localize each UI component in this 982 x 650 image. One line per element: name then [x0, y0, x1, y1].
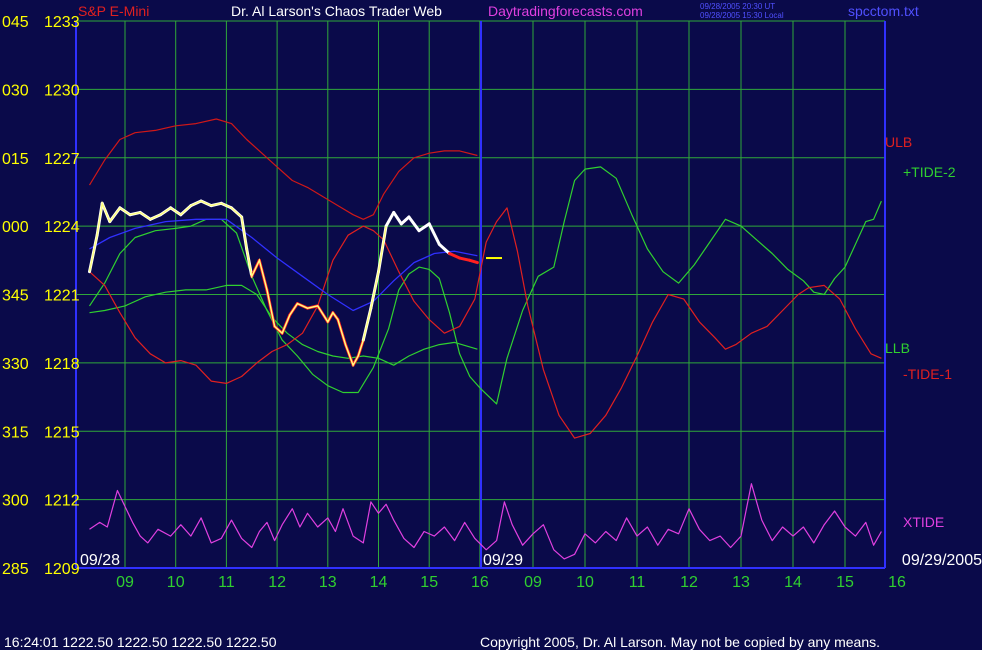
x-tick-label-10: 11: [629, 574, 646, 591]
symbol-label: S&P E-Mini: [78, 3, 149, 19]
x-tick-label-4: 13: [319, 574, 337, 591]
x-tick-label-0: 09: [116, 574, 134, 591]
y-tick-price-6: 1215: [44, 424, 80, 441]
x-tick-label-11: 12: [680, 574, 698, 591]
time-local: 09/28/2005 15:30 Local: [700, 11, 784, 20]
x-tick-label-9: 10: [576, 574, 594, 591]
date-label-0: 09/28: [80, 552, 120, 569]
y-tick-angle-8: 285: [2, 561, 29, 578]
date-label-1: 09/29: [483, 552, 523, 569]
y-tick-price-7: 1212: [44, 493, 80, 510]
y-tick-angle-7: 300: [2, 493, 29, 510]
y-tick-angle-3: 000: [2, 219, 29, 236]
y-tick-angle-0: 045: [2, 14, 29, 31]
y-tick-angle-4: 345: [2, 288, 29, 305]
y-tick-price-1: 1230: [44, 82, 80, 99]
y-tick-price-8: 1209: [44, 561, 80, 578]
tide-minus-label: -TIDE-1: [903, 366, 952, 382]
x-tick-label-14: 15: [836, 574, 854, 591]
y-tick-price-0: 1233: [44, 14, 80, 31]
x-tick-label-1: 10: [167, 574, 185, 591]
x-tick-label-6: 15: [420, 574, 438, 591]
y-tick-price-3: 1224: [44, 219, 80, 236]
tide-plus-label: +TIDE-2: [903, 164, 956, 180]
date-label-2: 09/29/2005: [902, 552, 982, 569]
x-tick-label-2: 11: [218, 574, 235, 591]
y-tick-angle-1: 030: [2, 82, 29, 99]
time-ut: 09/28/2005 20:30 UT: [700, 2, 775, 11]
x-tick-label-7: 16: [471, 574, 489, 591]
site-label: Daytradingforecasts.com: [488, 3, 643, 19]
status-readout: 16:24:01 1222.50 1222.50 1222.50 1222.50: [4, 634, 277, 650]
y-tick-angle-6: 315: [2, 424, 29, 441]
chaos-trader-chart: 045 1233030 1230015 1227000 1224345 1221330 12…: [0, 0, 982, 650]
x-tick-label-13: 14: [784, 574, 802, 591]
x-tick-label-8: 09: [524, 574, 542, 591]
llb-label: LLB: [885, 340, 910, 356]
x-tick-label-12: 13: [732, 574, 750, 591]
file-label: spcctom.txt: [848, 3, 919, 19]
ulb-label: ULB: [885, 134, 912, 150]
y-tick-price-4: 1221: [44, 288, 80, 305]
x-tick-label-15: 16: [888, 574, 906, 591]
y-tick-angle-5: 330: [2, 356, 29, 373]
copyright: Copyright 2005, Dr. Al Larson. May not b…: [480, 634, 880, 650]
x-tick-label-5: 14: [370, 574, 388, 591]
y-tick-price-5: 1218: [44, 356, 80, 373]
chart-title: Dr. Al Larson's Chaos Trader Web: [231, 3, 442, 19]
y-tick-price-2: 1227: [44, 151, 80, 168]
x-tick-label-3: 12: [268, 574, 286, 591]
xtide-label: XTIDE: [903, 514, 944, 530]
y-tick-angle-2: 015: [2, 151, 29, 168]
